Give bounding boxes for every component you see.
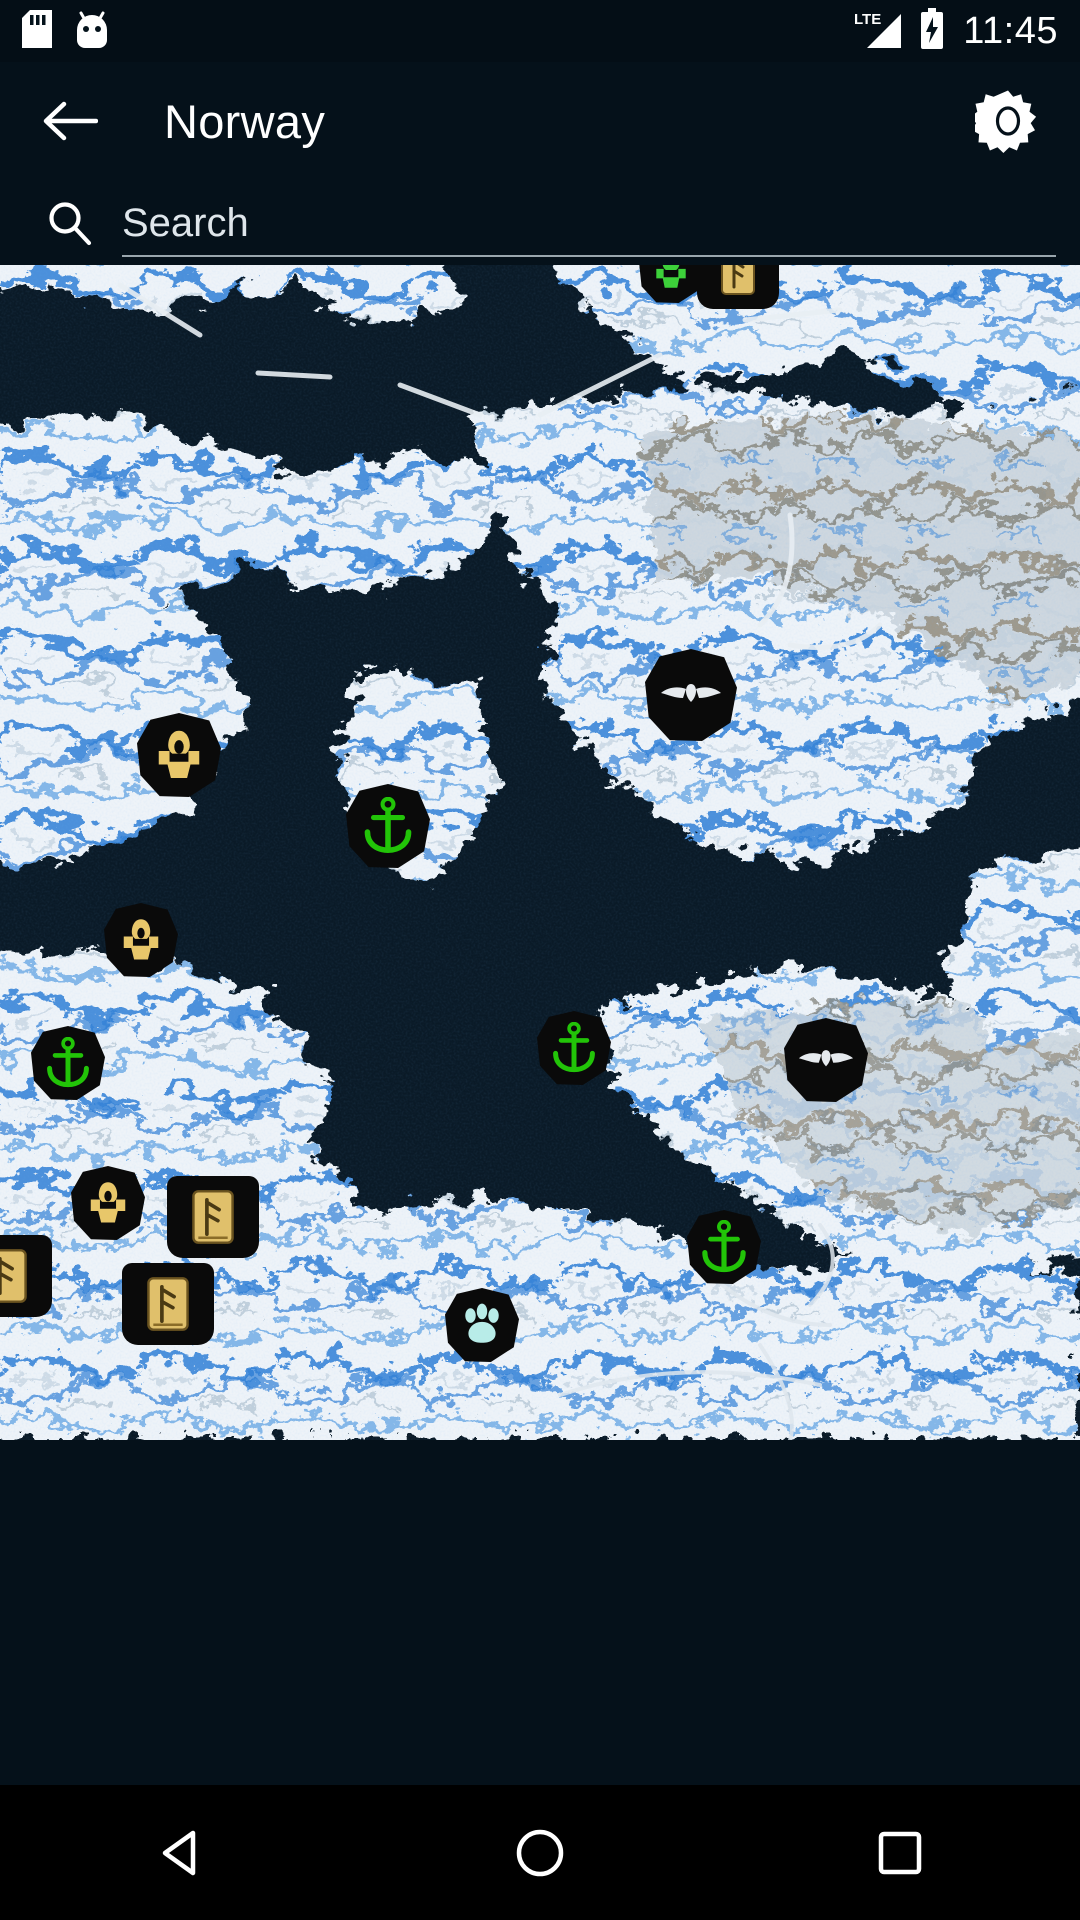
search-icon (49, 201, 92, 245)
search-underline (122, 255, 1056, 257)
marker-anchor-4[interactable] (687, 1210, 761, 1284)
status-bar-right: LTE 11:45 (851, 7, 1058, 55)
settings-button[interactable] (970, 83, 1046, 159)
marker-treasure-2[interactable] (104, 903, 178, 977)
rune-stone-icon (721, 265, 755, 295)
marker-anchor-1[interactable] (346, 784, 430, 868)
lte-signal-icon: LTE (851, 8, 907, 55)
raven-icon (798, 1050, 854, 1067)
anchor-icon (47, 1037, 89, 1088)
marker-treasure-3[interactable] (71, 1166, 145, 1240)
anchor-icon (553, 1022, 595, 1073)
treasure-icon (123, 919, 159, 960)
treasure-icon (90, 1182, 126, 1223)
back-arrow-icon (43, 101, 98, 141)
nav-recents-button[interactable] (825, 1785, 975, 1920)
raven-icon (661, 684, 721, 702)
paw-icon (465, 1303, 499, 1343)
triangle-back-icon (162, 1830, 196, 1875)
sd-card-icon (22, 9, 52, 53)
search-field[interactable] (122, 180, 1080, 265)
marker-rune-2[interactable] (122, 1263, 214, 1345)
marker-anchor-3[interactable] (537, 1011, 611, 1085)
square-recents-icon (878, 1831, 922, 1874)
marker-raven-1[interactable] (645, 649, 737, 741)
search-input[interactable] (122, 191, 1056, 254)
rune-stone-icon (0, 1249, 27, 1303)
treasure-icon (656, 265, 686, 288)
marker-raven-2[interactable] (784, 1018, 868, 1102)
svg-text:LTE: LTE (854, 11, 881, 28)
nav-back-button[interactable] (105, 1785, 255, 1920)
status-bar: LTE 11:45 (0, 0, 1080, 62)
map-view[interactable] (0, 265, 1080, 1440)
android-head-icon (74, 10, 110, 53)
app-screen: LTE 11:45 Norway (0, 0, 1080, 1920)
status-bar-left (22, 9, 110, 53)
status-clock: 11:45 (963, 10, 1058, 52)
anchor-icon (364, 797, 412, 853)
marker-rune-1[interactable] (167, 1176, 259, 1258)
back-button[interactable] (34, 85, 106, 157)
marker-rune-edge[interactable] (0, 1235, 52, 1317)
search-bar (0, 180, 1080, 265)
app-bar: Norway (0, 62, 1080, 180)
anchor-icon (702, 1220, 746, 1273)
page-title: Norway (164, 94, 326, 148)
circle-home-icon (516, 1829, 564, 1876)
rune-stone-icon (147, 1277, 189, 1331)
marker-anchor-2[interactable] (31, 1026, 105, 1100)
marker-treasure-1[interactable] (137, 713, 221, 797)
battery-charging-icon (919, 7, 945, 55)
treasure-icon (158, 730, 200, 778)
marker-rune-top[interactable] (697, 265, 779, 309)
nav-home-button[interactable] (465, 1785, 615, 1920)
search-icon-button[interactable] (38, 198, 100, 248)
system-navigation-bar (0, 1785, 1080, 1920)
gear-icon (975, 90, 1037, 153)
marker-treasure-top[interactable] (639, 265, 703, 303)
marker-paw-1[interactable] (445, 1288, 519, 1362)
rune-stone-icon (192, 1190, 234, 1244)
